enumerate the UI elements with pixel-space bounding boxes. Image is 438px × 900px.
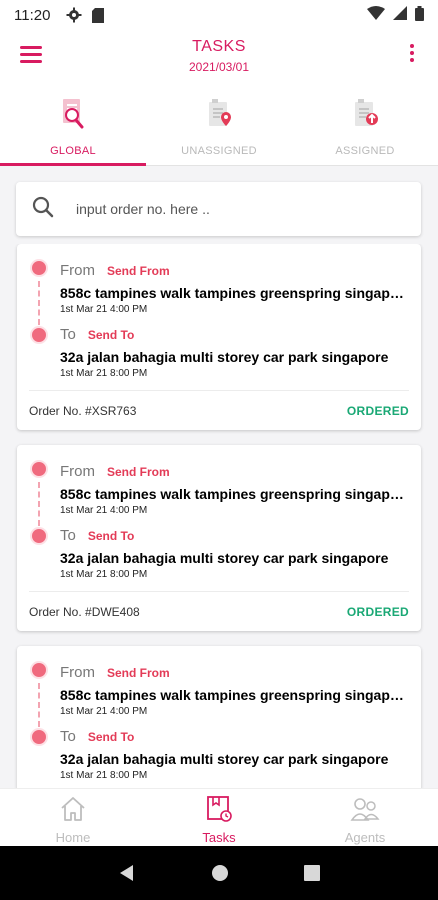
dropoff-time: 1st Mar 21 8:00 PM [60, 569, 148, 580]
wifi-icon [367, 6, 385, 24]
dropoff-time: 1st Mar 21 8:00 PM [60, 770, 148, 781]
dropoff-stop: To Send To 32a jalan bahagia multi store… [60, 728, 409, 781]
home-icon [59, 795, 87, 828]
pickup-address: 858c tampines walk tampines greenspring … [60, 687, 409, 703]
task-list: From Send From 858c tampines walk tampin… [0, 244, 438, 788]
battery-icon [415, 5, 424, 25]
pickup-stop: From Send From 858c tampines walk tampin… [60, 664, 409, 717]
app-bar: TASKS 2021/03/01 [0, 30, 438, 88]
nav-home-label: Home [55, 830, 91, 845]
nav-home[interactable]: Home [0, 789, 146, 846]
to-label: To [60, 326, 76, 343]
tab-global-label: GLOBAL [50, 145, 96, 157]
to-label: To [60, 527, 76, 544]
task-card[interactable]: From Send From 858c tampines walk tampin… [17, 646, 421, 788]
recents-icon[interactable] [304, 865, 321, 881]
signal-icon [393, 6, 407, 24]
agents-icon [350, 795, 380, 828]
tasks-icon [205, 795, 233, 828]
route-line [38, 683, 40, 727]
tab-assigned-label: ASSIGNED [335, 145, 395, 157]
status-time: 11:20 [14, 6, 51, 24]
page-title: TASKS [192, 38, 246, 55]
route-line [38, 482, 40, 526]
more-options-icon[interactable] [410, 44, 416, 64]
pickup-stop: From Send From 858c tampines walk tampin… [60, 463, 409, 516]
dropoff-dot-icon [30, 326, 48, 344]
from-label: From [60, 262, 95, 279]
nav-tasks-label: Tasks [202, 830, 236, 845]
system-nav-bar [0, 846, 438, 900]
search-icon[interactable] [32, 196, 54, 223]
status-badge: ORDERED [346, 604, 409, 619]
dropoff-address: 32a jalan bahagia multi storey car park … [60, 349, 389, 365]
order-search-input[interactable] [76, 201, 376, 217]
pickup-address: 858c tampines walk tampines greenspring … [60, 486, 409, 502]
task-route: From Send From 858c tampines walk tampin… [17, 646, 421, 788]
search-doc-icon [58, 98, 88, 137]
nav-agents[interactable]: Agents [292, 789, 438, 846]
task-card-footer: Order No. #XSR763 ORDERED [29, 390, 409, 430]
tab-assigned[interactable]: ASSIGNED [292, 88, 438, 165]
pickup-stop: From Send From 858c tampines walk tampin… [60, 262, 409, 315]
tab-global[interactable]: GLOBAL [0, 88, 146, 166]
task-card-footer: Order No. #DWE408 ORDERED [29, 591, 409, 631]
back-icon[interactable] [118, 864, 136, 882]
home-circle-icon[interactable] [211, 864, 229, 882]
dropoff-stop: To Send To 32a jalan bahagia multi store… [60, 326, 409, 379]
from-label: From [60, 664, 95, 681]
task-route: From Send From 858c tampines walk tampin… [17, 244, 421, 390]
order-number: Order No. #DWE408 [29, 604, 140, 619]
send-to-tag: Send To [87, 529, 135, 543]
nav-agents-label: Agents [344, 830, 386, 845]
pickup-dot-icon [30, 661, 48, 679]
page-date: 2021/03/01 [188, 60, 250, 74]
location-doc-icon [204, 98, 234, 137]
sd-card-icon [92, 7, 105, 23]
assigned-doc-icon [350, 98, 380, 137]
pickup-address: 858c tampines walk tampines greenspring … [60, 285, 409, 301]
dropoff-dot-icon [30, 527, 48, 545]
nav-tasks[interactable]: Tasks [146, 789, 292, 846]
send-to-tag: Send To [87, 730, 135, 744]
order-search-bar [16, 182, 421, 236]
task-route: From Send From 858c tampines walk tampin… [17, 445, 421, 591]
route-line [38, 281, 40, 325]
dropoff-dot-icon [30, 728, 48, 746]
tab-unassigned[interactable]: UNASSIGNED [146, 88, 292, 165]
task-card[interactable]: From Send From 858c tampines walk tampin… [17, 244, 421, 430]
task-tabs: GLOBAL UNASSIGNED ASSIGNED [0, 88, 438, 166]
pickup-time: 1st Mar 21 4:00 PM [60, 505, 148, 516]
pickup-dot-icon [30, 259, 48, 277]
to-label: To [60, 728, 76, 745]
dropoff-address: 32a jalan bahagia multi storey car park … [60, 550, 389, 566]
send-from-tag: Send From [107, 465, 170, 479]
from-label: From [60, 463, 95, 480]
dropoff-stop: To Send To 32a jalan bahagia multi store… [60, 527, 409, 580]
send-from-tag: Send From [107, 264, 170, 278]
order-number: Order No. #XSR763 [29, 403, 137, 418]
status-bar: 11:20 [0, 0, 438, 30]
tab-indicator [0, 163, 146, 166]
send-to-tag: Send To [87, 328, 135, 342]
dropoff-time: 1st Mar 21 8:00 PM [60, 368, 148, 379]
task-card[interactable]: From Send From 858c tampines walk tampin… [17, 445, 421, 631]
send-from-tag: Send From [107, 666, 170, 680]
gear-icon [66, 7, 82, 23]
bottom-nav: Home Tasks Agents [0, 788, 438, 846]
dropoff-address: 32a jalan bahagia multi storey car park … [60, 751, 389, 767]
tab-unassigned-label: UNASSIGNED [181, 145, 257, 157]
pickup-time: 1st Mar 21 4:00 PM [60, 706, 148, 717]
pickup-dot-icon [30, 460, 48, 478]
pickup-time: 1st Mar 21 4:00 PM [60, 304, 148, 315]
status-badge: ORDERED [346, 403, 409, 418]
